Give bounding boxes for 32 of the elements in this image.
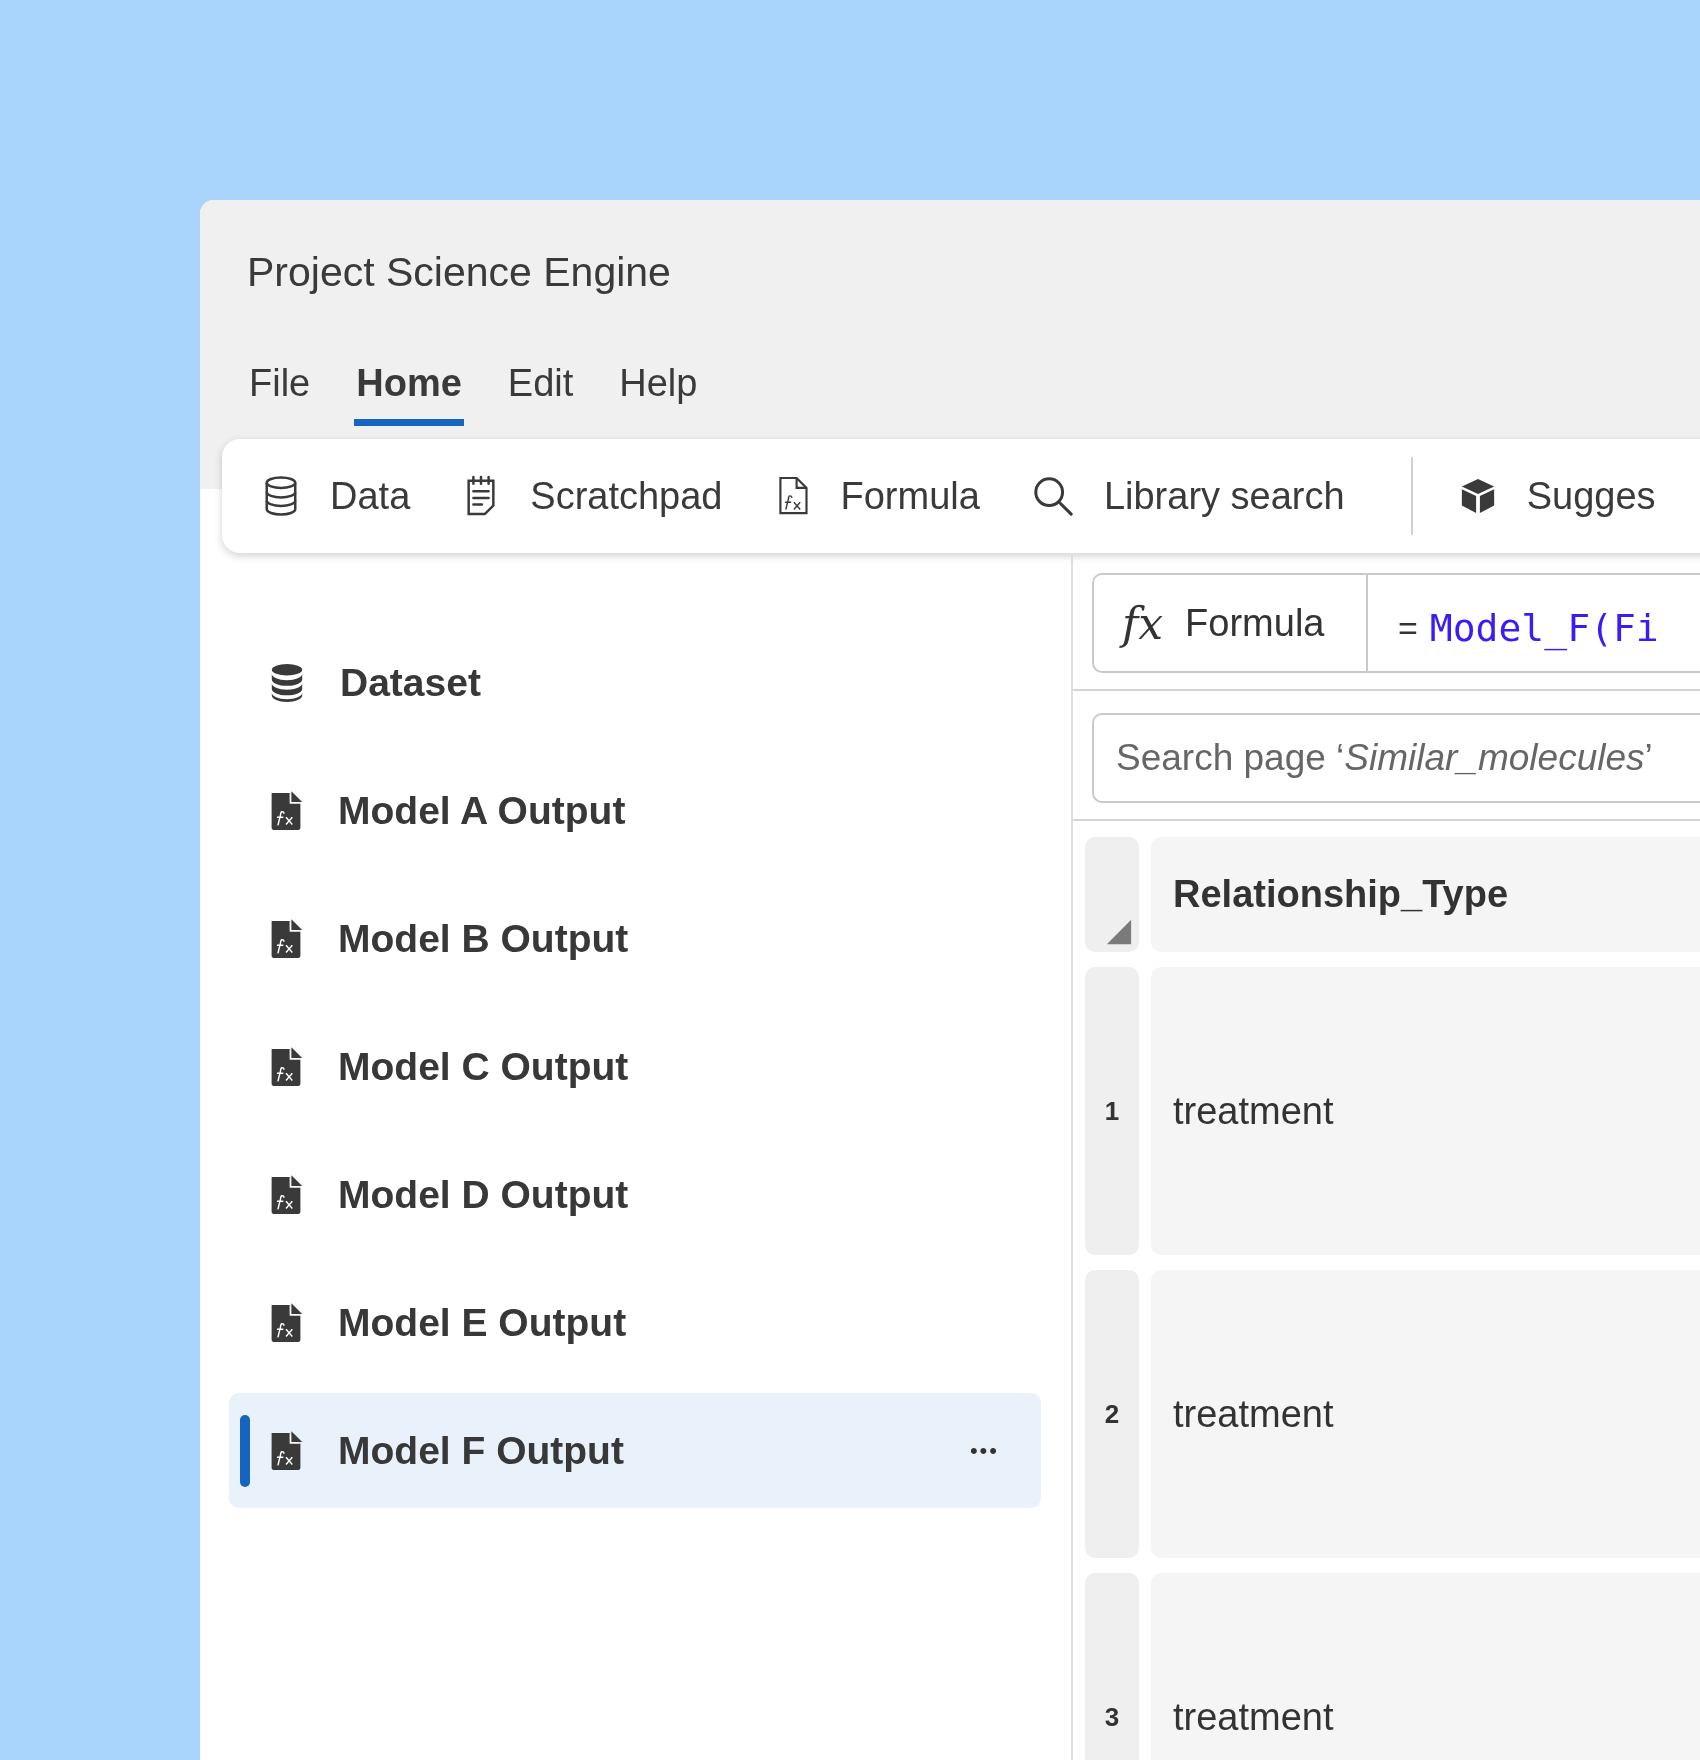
table-cell: treatment <box>1151 1270 1700 1558</box>
sidebar-item[interactable]: Model B Output <box>229 881 1041 996</box>
selection-indicator <box>240 1415 250 1487</box>
sidebar-item[interactable]: Model A Output <box>229 753 1041 868</box>
sidebar-item[interactable]: Model F Output ••• <box>229 1393 1041 1508</box>
row-number: 2 <box>1085 1270 1139 1558</box>
formula-label: Formula <box>1185 601 1325 645</box>
row-number: 3 <box>1085 1573 1139 1760</box>
menu-tab[interactable]: Help <box>617 362 700 426</box>
toolbar-button[interactable]: Scratchpad <box>462 474 757 518</box>
menu-tab[interactable]: Edit <box>505 362 576 426</box>
search-field[interactable]: Search page ‘Similar_molecules’ <box>1092 713 1700 803</box>
sidebar-item[interactable]: Model C Output <box>229 1009 1041 1124</box>
sidebar-item[interactable]: Model D Output <box>229 1137 1041 1252</box>
table-cell: treatment <box>1151 967 1700 1255</box>
sidebar-item[interactable]: Dataset <box>229 625 1041 740</box>
menu-tab[interactable]: File <box>247 362 313 426</box>
select-all-corner[interactable] <box>1085 837 1139 952</box>
toolbar-button[interactable]: Library search <box>1031 474 1379 518</box>
equals-sign: = <box>1398 608 1418 648</box>
toolbar-button[interactable]: Sugges <box>1458 474 1690 518</box>
more-options-button[interactable]: ••• <box>969 1437 999 1464</box>
sidebar-item[interactable]: Model E Output <box>229 1265 1041 1380</box>
table-cell: treatment <box>1151 1573 1700 1760</box>
corner-triangle-icon <box>1105 918 1133 946</box>
formula-expression: Model_F(Fi <box>1429 606 1659 650</box>
window-title: Project Science Engine <box>247 248 672 297</box>
toolbar-button[interactable]: Data <box>262 474 445 518</box>
column-header[interactable]: Relationship_Type <box>1151 837 1700 952</box>
toolbar-button[interactable]: Formula <box>774 474 1014 518</box>
search-icon <box>1031 475 1074 517</box>
row-number: 1 <box>1085 967 1139 1255</box>
